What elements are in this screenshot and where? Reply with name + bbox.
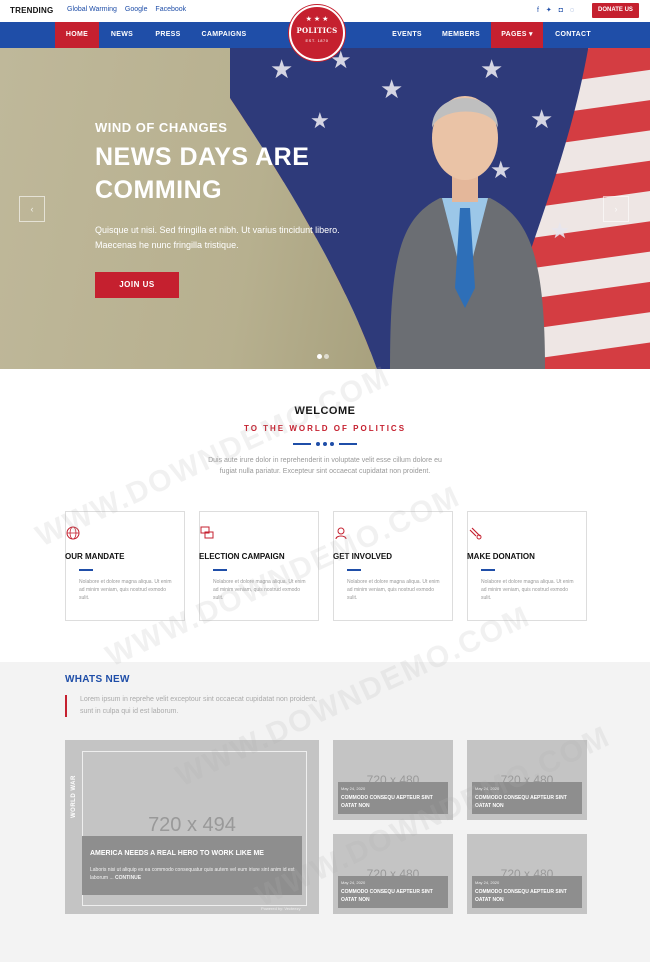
- card-title: MAKE DONATION: [467, 552, 535, 561]
- hand-icon: [469, 527, 482, 540]
- nav-item-pages[interactable]: PAGES ▾: [491, 22, 543, 48]
- svg-text:★: ★: [270, 54, 293, 84]
- trending-links: Global Warming Google Facebook: [67, 6, 192, 13]
- instagram-icon[interactable]: ◘: [559, 7, 563, 14]
- news-overlay: May 24, 2020 COMMODO CONSEQU AEPTEUR SIN…: [472, 782, 582, 814]
- featured-image-placeholder: 720 x 494: [148, 814, 236, 836]
- slider-prev-icon[interactable]: ‹: [19, 196, 45, 222]
- card-underline: [347, 569, 361, 571]
- nav-item-pages-label: PAGES: [501, 31, 527, 38]
- welcome-section: WELCOME TO THE WORLD OF POLITICS Duis au…: [0, 369, 650, 662]
- card-election-campaign[interactable]: ELECTION CAMPAIGN Nolabore et dolore mag…: [199, 511, 319, 621]
- featured-overlay: AMERICA NEEDS A REAL HERO TO WORK LIKE M…: [82, 836, 302, 895]
- facebook-icon[interactable]: f: [537, 7, 539, 14]
- donate-button[interactable]: DONATE US: [592, 3, 639, 18]
- news-card[interactable]: 720 x 480 May 24, 2020 COMMODO CONSEQU A…: [333, 834, 453, 914]
- whats-new-title: WHATS NEW: [65, 674, 130, 685]
- card-make-donation[interactable]: MAKE DONATION Nolabore et dolore magna a…: [467, 511, 587, 621]
- nav-item-home[interactable]: HOME: [55, 22, 99, 48]
- nav-item-members[interactable]: MEMBERS: [437, 22, 485, 48]
- hero-title-line1: NEWS DAYS ARE: [95, 143, 310, 171]
- nav-item-press[interactable]: PRESS: [148, 22, 188, 48]
- news-date: May 24, 2020: [475, 880, 500, 885]
- featured-text: Laboris nisi ut aliquip ex ea commodo co…: [90, 866, 296, 882]
- logo-name: POLITICS: [296, 26, 338, 35]
- news-card[interactable]: 720 x 480 May 24, 2020 COMMODO CONSEQU A…: [467, 834, 587, 914]
- image-credit: Powered by: Vecteezy: [261, 906, 301, 911]
- hero-title: NEWS DAYS ARE COMMING: [95, 141, 375, 207]
- featured-news-card[interactable]: WORLD WAR 720 x 494 AMERICA NEEDS A REAL…: [65, 740, 319, 914]
- person-icon: [335, 527, 347, 540]
- news-overlay: May 24, 2020 COMMODO CONSEQU AEPTEUR SIN…: [338, 782, 448, 814]
- news-overlay: May 24, 2020 COMMODO CONSEQU AEPTEUR SIN…: [338, 876, 448, 908]
- section-divider: [293, 442, 357, 446]
- card-title: OUR MANDATE: [65, 552, 125, 561]
- quote-bar: [65, 695, 67, 717]
- news-date: May 24, 2020: [341, 880, 366, 885]
- hero-text: Quisque ut nisi. Sed fringilla et nibh. …: [95, 225, 340, 250]
- chevron-down-icon: ▾: [528, 31, 533, 38]
- whats-new-text: Lorem ipsum in reprehe velit exceptour s…: [80, 696, 317, 715]
- politician-image: [390, 96, 545, 369]
- card-get-involved[interactable]: GET INVOLVED Nolabore et dolore magna al…: [333, 511, 453, 621]
- chat-icon: [200, 526, 214, 539]
- slider-dot-1[interactable]: [317, 354, 322, 359]
- nav-item-events[interactable]: EVENTS: [386, 22, 428, 48]
- news-card[interactable]: 720 x 480 May 24, 2020 COMMODO CONSEQU A…: [333, 740, 453, 820]
- news-title[interactable]: COMMODO CONSEQU AEPTEUR SINT OATAT NON: [341, 794, 445, 810]
- news-title[interactable]: COMMODO CONSEQU AEPTEUR SINT OATAT NON: [475, 794, 579, 810]
- news-overlay: May 24, 2020 COMMODO CONSEQU AEPTEUR SIN…: [472, 876, 582, 908]
- featured-category: WORLD WAR: [71, 775, 77, 818]
- hero-slider: ★ ★ ★ ★ ★ ★ ★ ★ ★ WIND OF CHANGES NEWS D…: [0, 48, 650, 369]
- globe-icon: [66, 526, 80, 540]
- card-title: GET INVOLVED: [333, 552, 392, 561]
- card-underline: [213, 569, 227, 571]
- news-card[interactable]: 720 x 480 May 24, 2020 COMMODO CONSEQU A…: [467, 740, 587, 820]
- featured-title[interactable]: AMERICA NEEDS A REAL HERO TO WORK LIKE M…: [90, 850, 264, 857]
- card-underline: [79, 569, 93, 571]
- join-us-button[interactable]: JOIN US: [95, 272, 179, 298]
- news-title[interactable]: COMMODO CONSEQU AEPTEUR SINT OATAT NON: [341, 888, 445, 904]
- nav-item-contact[interactable]: CONTACT: [550, 22, 596, 48]
- trending-label: TRENDING: [10, 6, 54, 15]
- site-logo[interactable]: ★ ★ ★ POLITICS EST. 1870: [289, 5, 345, 61]
- nav-item-news[interactable]: NEWS: [103, 22, 141, 48]
- card-our-mandate[interactable]: OUR MANDATE Nolabore et dolore magna ali…: [65, 511, 185, 621]
- trending-link-google[interactable]: Google: [125, 6, 148, 13]
- slider-dot-2[interactable]: [324, 354, 329, 359]
- hero-kicker: WIND OF CHANGES: [95, 120, 228, 135]
- trending-link-facebook[interactable]: Facebook: [155, 6, 186, 13]
- logo-est: EST. 1870: [305, 38, 329, 43]
- news-title[interactable]: COMMODO CONSEQU AEPTEUR SINT OATAT NON: [475, 888, 579, 904]
- slider-next-icon[interactable]: ›: [603, 196, 629, 222]
- news-date: May 24, 2020: [341, 786, 366, 791]
- svg-text:★: ★: [310, 108, 330, 133]
- continue-link[interactable]: CONTINUE: [115, 875, 141, 881]
- welcome-subtitle: TO THE WORLD OF POLITICS: [243, 424, 407, 433]
- twitter-icon[interactable]: ✦: [546, 7, 552, 14]
- social-links: f ✦ ◘ ◌: [537, 6, 579, 14]
- card-text: Nolabore et dolore magna aliqua. Ut enim…: [481, 579, 574, 601]
- card-text: Nolabore et dolore magna aliqua. Ut enim…: [79, 579, 172, 601]
- logo-stars-icon: ★ ★ ★: [305, 16, 329, 23]
- trending-link-global-warming[interactable]: Global Warming: [67, 6, 117, 13]
- news-date: May 24, 2020: [475, 786, 500, 791]
- svg-text:★: ★: [550, 218, 570, 243]
- card-text: Nolabore et dolore magna aliqua. Ut enim…: [213, 579, 306, 601]
- slider-dots: [317, 346, 331, 364]
- welcome-text: Duis aute irure dolor in reprehenderit i…: [208, 457, 442, 475]
- nav-item-campaigns[interactable]: CAMPAIGNS: [196, 22, 252, 48]
- welcome-title: WELCOME: [294, 405, 356, 417]
- card-underline: [481, 569, 495, 571]
- hero-title-line2: COMMING: [95, 176, 223, 204]
- card-text: Nolabore et dolore magna aliqua. Ut enim…: [347, 579, 440, 601]
- whats-new-section: WHATS NEW Lorem ipsum in reprehe velit e…: [0, 662, 650, 962]
- card-title: ELECTION CAMPAIGN: [199, 552, 285, 561]
- skype-icon[interactable]: ◌: [570, 7, 574, 14]
